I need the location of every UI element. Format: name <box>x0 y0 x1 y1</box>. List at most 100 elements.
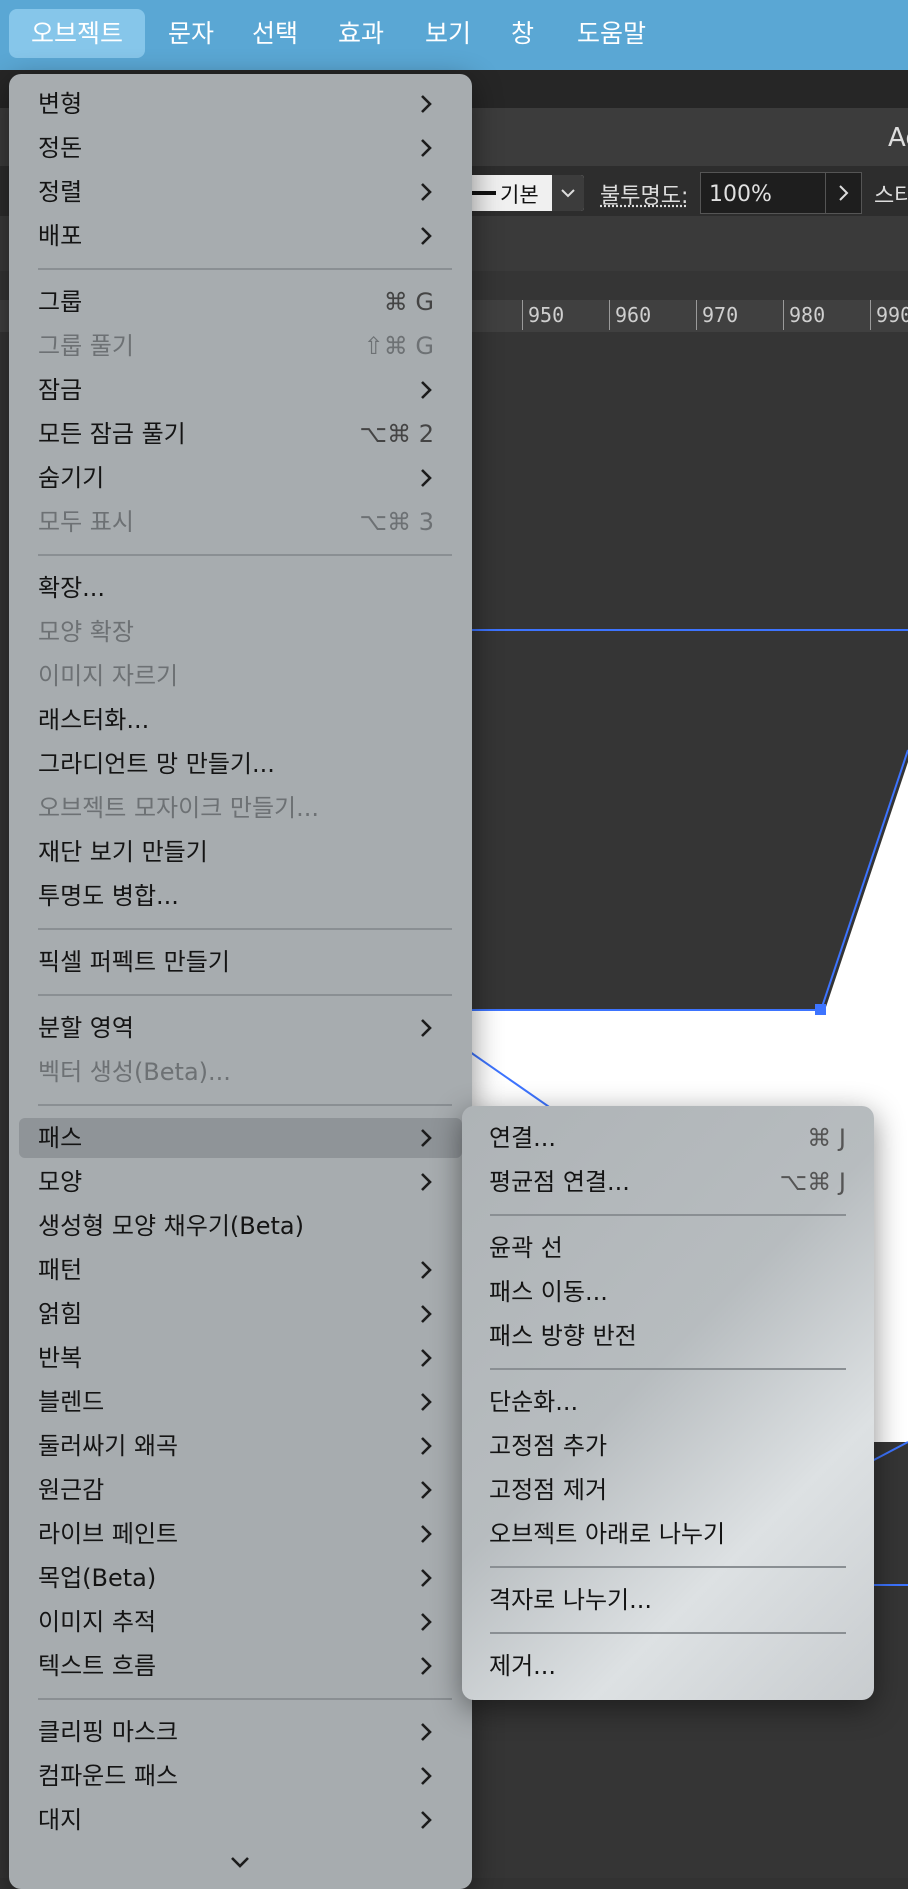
shortcut-label: ⇧⌘ G <box>363 332 434 360</box>
menu-item-expand-appearance: 모양 확장 <box>38 618 134 646</box>
menu-item-trim-view[interactable]: 재단 보기 만들기 <box>19 832 462 872</box>
submenu-item-join[interactable]: 연결... ⌘ J <box>472 1118 864 1158</box>
menu-item-object-mosaic: 오브젝트 모자이크 만들기... <box>38 794 320 822</box>
submenu-item-average-join[interactable]: 평균점 연결... ⌥⌘ J <box>472 1162 864 1202</box>
menu-item-transform[interactable]: 변형 <box>19 84 462 124</box>
chevron-right-icon <box>421 227 432 245</box>
submenu-item-divide-objects-below[interactable]: 오브젝트 아래로 나누기 <box>472 1514 864 1554</box>
menu-select[interactable]: 선택 <box>230 9 320 58</box>
menu-item-pattern[interactable]: 패턴 <box>19 1250 462 1290</box>
menu-item-clipping-mask[interactable]: 클리핑 마스크 <box>19 1712 462 1752</box>
chevron-right-icon <box>421 1569 432 1587</box>
chevron-right-icon[interactable] <box>825 173 862 213</box>
submenu-item-add-anchor-points[interactable]: 고정점 추가 <box>472 1426 864 1466</box>
menu-item-text-wrap[interactable]: 텍스트 흐름 <box>19 1646 462 1686</box>
menu-item-path[interactable]: 패스 <box>19 1118 462 1158</box>
chevron-right-icon <box>421 1657 432 1675</box>
menu-item-lock[interactable]: 잠금 <box>19 370 462 410</box>
menu-separator <box>38 554 452 556</box>
menu-separator <box>38 1698 452 1700</box>
chevron-right-icon <box>421 469 432 487</box>
shortcut-label: ⌥⌘ J <box>779 1168 846 1196</box>
menu-item-image-trace[interactable]: 이미지 추적 <box>19 1602 462 1642</box>
shortcut-label: ⌘ J <box>807 1124 846 1152</box>
shortcut-label: ⌥⌘ 3 <box>359 508 434 536</box>
chevron-right-icon <box>421 1767 432 1785</box>
chevron-right-icon <box>421 183 432 201</box>
stroke-preview-icon <box>472 191 496 195</box>
menu-view[interactable]: 보기 <box>403 9 493 58</box>
menu-separator <box>38 994 452 996</box>
chevron-down-icon[interactable] <box>225 1850 255 1874</box>
opacity-value: 100% <box>709 182 772 207</box>
menu-item-generative-shape-fill[interactable]: 생성형 모양 채우기(Beta) <box>19 1206 462 1246</box>
stroke-style-dropdown[interactable]: 기본 <box>462 175 584 211</box>
submenu-item-offset-path[interactable]: 패스 이동... <box>472 1272 864 1312</box>
menu-item-generate-vectors: 벡터 생성(Beta)... <box>38 1058 231 1086</box>
stroke-style-value: 기본 <box>500 183 539 207</box>
ruler-label: 990 <box>876 303 908 327</box>
menu-separator <box>38 1104 452 1106</box>
ruler-label: 960 <box>615 303 652 327</box>
style-label: 스타 <box>874 184 908 209</box>
menu-item-shape[interactable]: 모양 <box>19 1162 462 1202</box>
menu-item-perspective[interactable]: 원근감 <box>19 1470 462 1510</box>
menu-separator <box>490 1214 846 1216</box>
opacity-field[interactable]: 100% <box>700 172 862 214</box>
menu-item-hide[interactable]: 숨기기 <box>19 458 462 498</box>
submenu-item-split-into-grid[interactable]: 격자로 나누기... <box>472 1580 864 1620</box>
menu-item-align[interactable]: 정렬 <box>19 172 462 212</box>
submenu-item-remove-anchor-points[interactable]: 고정점 제거 <box>472 1470 864 1510</box>
menu-separator <box>490 1566 846 1568</box>
menu-item-envelope-distort[interactable]: 둘러싸기 왜곡 <box>19 1426 462 1466</box>
menu-window[interactable]: 창 <box>489 9 556 58</box>
shortcut-label: ⌥⌘ 2 <box>359 420 434 448</box>
menu-item-rasterize[interactable]: 래스터화... <box>19 700 462 740</box>
submenu-item-clean-up[interactable]: 제거... <box>472 1646 864 1686</box>
menu-separator <box>38 268 452 270</box>
menu-item-live-paint[interactable]: 라이브 페인트 <box>19 1514 462 1554</box>
menu-item-intertwine[interactable]: 얽힘 <box>19 1294 462 1334</box>
menu-separator <box>490 1368 846 1370</box>
menu-item-artboards[interactable]: 대지 <box>19 1800 462 1840</box>
menu-item-gradient-mesh[interactable]: 그라디언트 망 만들기... <box>19 744 462 784</box>
menu-item-arrange[interactable]: 정돈 <box>19 128 462 168</box>
object-menu: 변형 정돈 정렬 배포 그룹 ⌘ G 그룹 풀기 ⇧⌘ G 잠금 모든 잠금 풀기 ⌥… <box>9 74 472 1889</box>
menu-item-group[interactable]: 그룹 ⌘ G <box>19 282 462 322</box>
ruler-label: 970 <box>702 303 739 327</box>
chevron-right-icon <box>421 381 432 399</box>
opacity-label: 불투명도: <box>600 184 689 209</box>
menu-item-repeat[interactable]: 반복 <box>19 1338 462 1378</box>
chevron-right-icon <box>421 1261 432 1279</box>
submenu-item-simplify[interactable]: 단순화... <box>472 1382 864 1422</box>
chevron-right-icon <box>421 1723 432 1741</box>
menu-object[interactable]: 오브젝트 <box>9 9 146 58</box>
menu-item-unlock-all[interactable]: 모든 잠금 풀기 ⌥⌘ 2 <box>19 414 462 454</box>
submenu-item-outline-stroke[interactable]: 윤곽 선 <box>472 1228 864 1268</box>
menu-text[interactable]: 문자 <box>146 9 236 58</box>
menu-effect[interactable]: 효과 <box>316 9 406 58</box>
ruler-label: 980 <box>789 303 826 327</box>
menu-item-slice[interactable]: 분할 영역 <box>19 1008 462 1048</box>
chevron-right-icon <box>421 1305 432 1323</box>
path-submenu: 연결... ⌘ J 평균점 연결... ⌥⌘ J 윤곽 선 패스 이동... 패스 … <box>462 1106 874 1700</box>
menu-item-mockup[interactable]: 목업(Beta) <box>19 1558 462 1598</box>
menu-separator <box>490 1632 846 1634</box>
chevron-right-icon <box>421 1173 432 1191</box>
menu-item-distribute[interactable]: 배포 <box>19 216 462 256</box>
chevron-right-icon <box>421 1481 432 1499</box>
menu-item-expand[interactable]: 확장... <box>19 568 462 608</box>
menu-item-pixel-perfect[interactable]: 픽셀 퍼펙트 만들기 <box>19 942 462 982</box>
submenu-item-reverse-path-direction[interactable]: 패스 방향 반전 <box>472 1316 864 1356</box>
chevron-right-icon <box>421 1811 432 1829</box>
menu-item-blend[interactable]: 블렌드 <box>19 1382 462 1422</box>
document-title: Ad <box>888 123 908 153</box>
chevron-down-icon <box>552 175 584 211</box>
menu-item-ungroup: 그룹 풀기 ⇧⌘ G <box>19 326 462 366</box>
menu-item-compound-path[interactable]: 컴파운드 패스 <box>19 1756 462 1796</box>
chevron-right-icon <box>421 1129 432 1147</box>
anchor-point[interactable] <box>815 1004 826 1015</box>
menubar: 오브젝트 문자 선택 효과 보기 창 도움말 <box>0 0 908 70</box>
menu-item-flatten-transparency[interactable]: 투명도 병합... <box>19 876 462 916</box>
menu-help[interactable]: 도움말 <box>555 9 668 58</box>
